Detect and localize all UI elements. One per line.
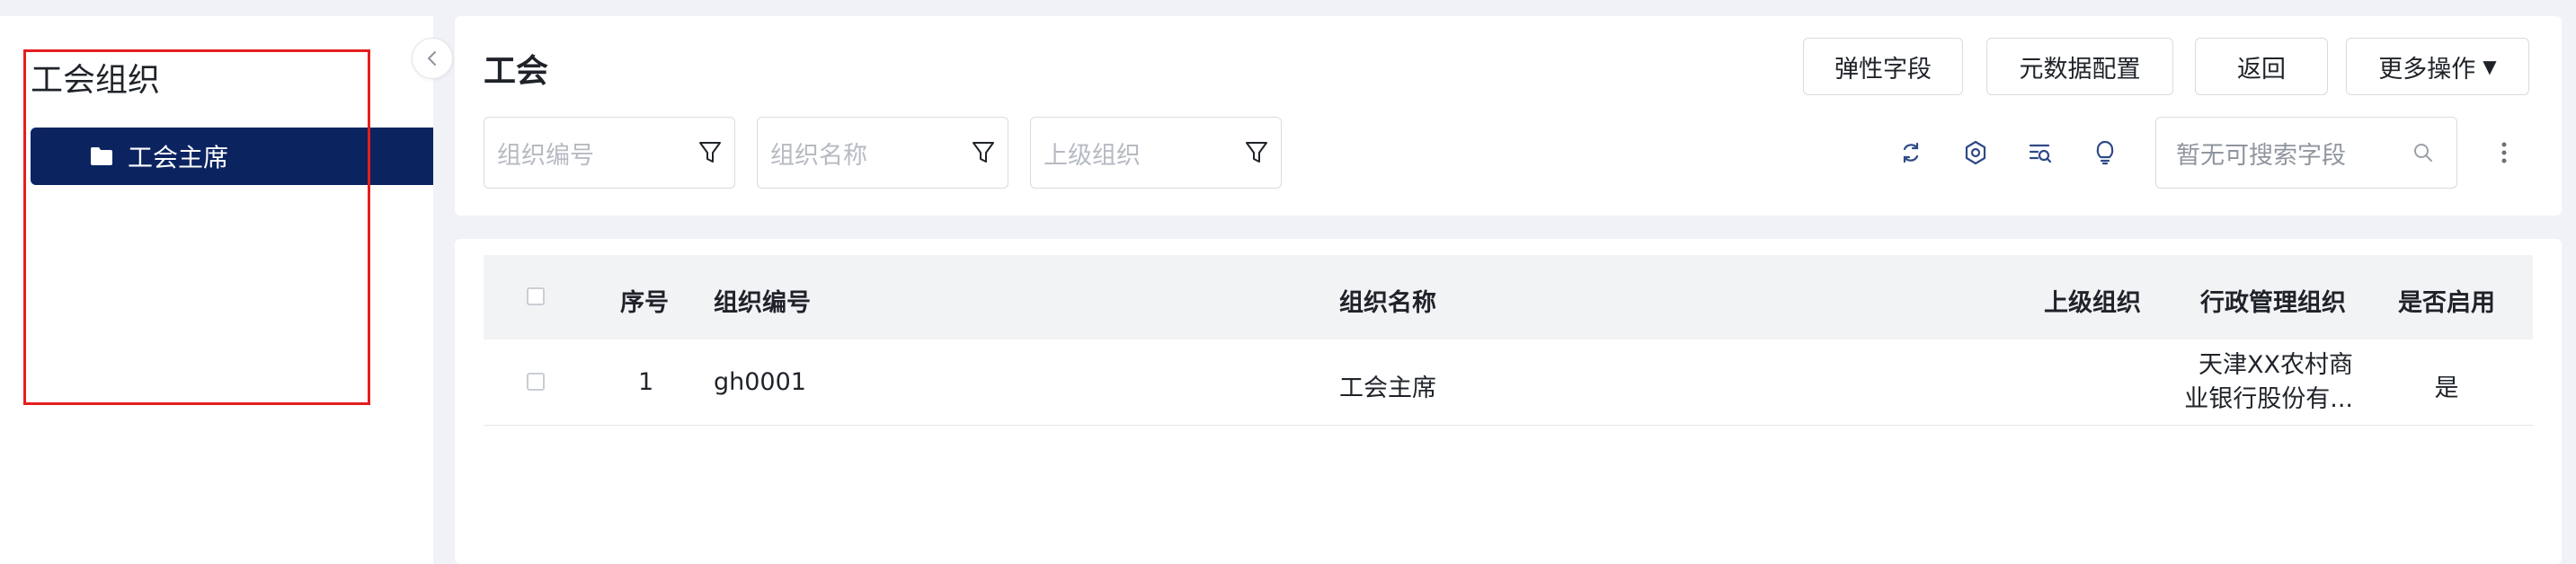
search-placeholder: 暂无可搜索字段: [2176, 141, 2346, 170]
filter-org-name[interactable]: 组织名称: [757, 117, 1008, 189]
more-vertical-icon[interactable]: [2486, 135, 2522, 171]
col-header-index: 序号: [620, 289, 669, 317]
highlight-box: [23, 49, 370, 405]
filter-icon[interactable]: [1243, 139, 1270, 166]
field-search-input[interactable]: 暂无可搜索字段: [2155, 117, 2457, 189]
col-header-admin-org[interactable]: 行政管理组织: [2200, 283, 2346, 318]
filter-icon[interactable]: [970, 139, 997, 166]
filter-org-code[interactable]: 组织编号: [484, 117, 735, 189]
filter-org-name-placeholder: 组织名称: [770, 141, 867, 170]
col-header-org-name[interactable]: 组织名称: [1339, 283, 1436, 318]
chevron-left-icon: [428, 51, 436, 66]
cell-org-name: 工会主席: [1339, 375, 1436, 402]
filter-org-code-placeholder: 组织编号: [497, 141, 594, 170]
search-icon: [2414, 144, 2432, 162]
cell-org-code: gh0001: [714, 368, 806, 396]
refresh-icon[interactable]: [1893, 135, 1929, 171]
filter-icon[interactable]: [697, 139, 724, 166]
table-header: 序号 组织编号 组织名称 上级组织 行政管理组织 是否启用: [484, 255, 2533, 339]
more-actions-label: 更多操作: [2378, 55, 2476, 84]
caret-down-icon: ▼: [2483, 56, 2497, 77]
cell-admin-org: 天津XX农村商 业银行股份有...: [2173, 348, 2353, 417]
page-title: 工会: [484, 53, 549, 90]
cell-enabled: 是: [2434, 375, 2459, 402]
row-checkbox[interactable]: [527, 373, 545, 391]
lightbulb-icon[interactable]: [2087, 135, 2123, 171]
col-header-org-code[interactable]: 组织编号: [714, 283, 811, 318]
col-header-enabled[interactable]: 是否启用: [2398, 283, 2495, 318]
flex-fields-button[interactable]: 弹性字段: [1803, 38, 1963, 95]
search-list-icon[interactable]: [2022, 135, 2058, 171]
filter-parent-org-placeholder: 上级组织: [1044, 141, 1141, 170]
back-button[interactable]: 返回: [2195, 38, 2328, 95]
cell-index: 1: [638, 368, 654, 396]
more-actions-button[interactable]: 更多操作 ▼: [2346, 38, 2529, 95]
collapse-sidebar-button[interactable]: [412, 38, 453, 79]
col-header-parent-org[interactable]: 上级组织: [2044, 283, 2141, 318]
metadata-config-button[interactable]: 元数据配置: [1986, 38, 2173, 95]
table-row[interactable]: 1 gh0001 工会主席 天津XX农村商 业银行股份有... 是: [484, 339, 2533, 426]
cell-admin-org-line2: 业银行股份有...: [2184, 385, 2353, 413]
cell-admin-org-line1: 天津XX农村商: [2198, 351, 2353, 379]
settings-icon[interactable]: [1958, 135, 1994, 171]
select-all-checkbox[interactable]: [527, 287, 545, 305]
filter-parent-org[interactable]: 上级组织: [1030, 117, 1282, 189]
